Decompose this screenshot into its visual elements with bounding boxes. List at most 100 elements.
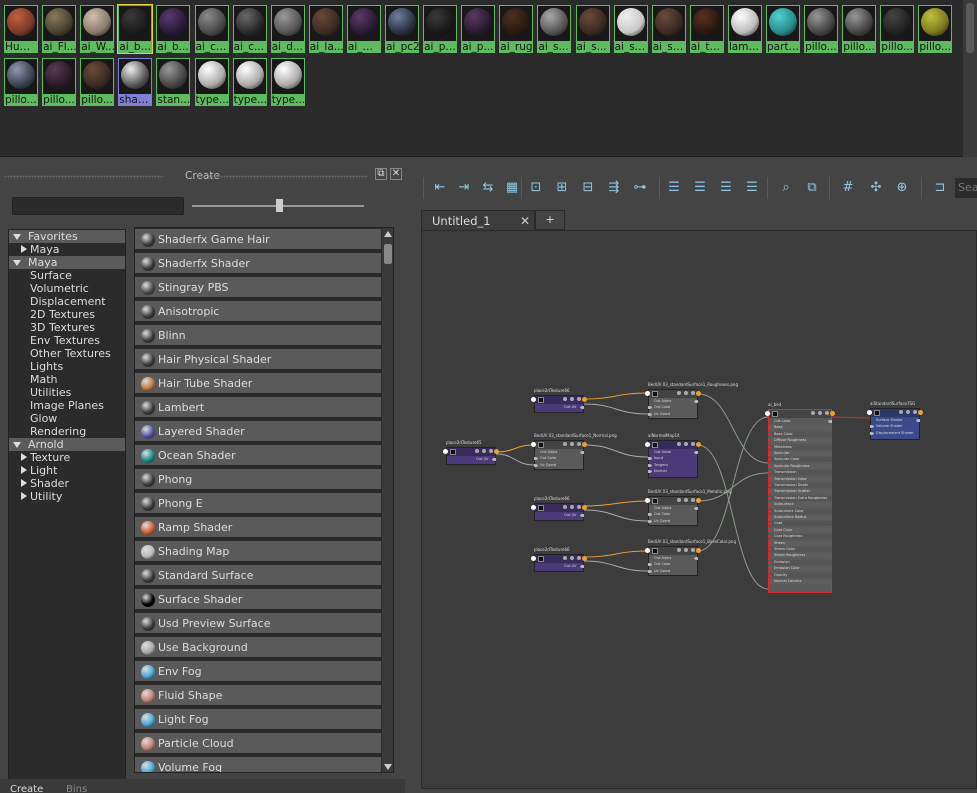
place2dtexture-node[interactable]: place2dTexture66 Out UV <box>531 547 587 572</box>
node-attribute-row[interactable]: Out Color <box>768 419 832 424</box>
frame-selected-icon[interactable]: ⊞ <box>553 179 571 197</box>
expand-down-icon[interactable] <box>13 442 21 448</box>
material-swatch[interactable]: pillo... <box>841 4 878 54</box>
tree-item[interactable]: Surface <box>9 269 125 282</box>
port-icon[interactable] <box>694 507 698 510</box>
node-attribute-row[interactable]: Specular Color <box>768 457 832 463</box>
material-swatch[interactable]: ai_pc2 <box>384 4 420 54</box>
node-attribute-row[interactable]: Out UV <box>446 457 496 462</box>
place2dtexture-node[interactable]: place2dTexture65 Out UV <box>443 440 499 465</box>
horizontal-splitter[interactable] <box>0 157 977 165</box>
tree-item[interactable]: Image Planes <box>9 399 125 412</box>
material-swatch[interactable]: pillo... <box>917 4 954 54</box>
ainormalmap-node[interactable]: aiNormalMap14 Out Value Input Tangent Normal <box>645 433 701 478</box>
port-icon[interactable] <box>768 509 772 513</box>
material-swatch[interactable]: pillo... <box>3 57 39 107</box>
port-icon[interactable] <box>694 400 698 403</box>
port-icon[interactable] <box>768 528 772 532</box>
tree-item[interactable]: Displacement <box>9 295 125 308</box>
tab-create[interactable]: Create <box>10 785 43 793</box>
output-port-icon[interactable] <box>696 498 701 503</box>
node-attribute-row[interactable]: Out Alpha <box>648 506 698 511</box>
output-port-icon[interactable] <box>696 391 701 396</box>
output-port-icon[interactable] <box>494 449 499 454</box>
port-icon[interactable] <box>768 496 772 500</box>
node-display-toggle-icon[interactable] <box>677 498 681 502</box>
tree-item[interactable]: 3D Textures <box>9 321 125 334</box>
material-swatch[interactable]: ai_st... <box>612 4 649 54</box>
node-attribute-row[interactable]: Transmission Depth <box>768 483 832 488</box>
tree-item[interactable]: Maya <box>9 256 125 269</box>
node-attribute-row[interactable]: Diffuse Roughness <box>768 438 832 444</box>
expand-down-icon[interactable] <box>13 260 21 266</box>
node-display-toggle-icon[interactable] <box>906 410 910 414</box>
pin-icon[interactable]: ⇶ <box>605 179 623 197</box>
connection-wire[interactable] <box>583 403 649 415</box>
expand-right-icon[interactable] <box>21 492 27 500</box>
node-attribute-row[interactable]: Normal <box>648 469 698 474</box>
material-swatch[interactable]: pillo... <box>879 4 916 54</box>
tree-item[interactable]: Glow <box>9 412 125 425</box>
node-display-toggle-icon[interactable] <box>677 391 681 395</box>
node-display-toggle-icon[interactable] <box>577 442 581 446</box>
output-port-icon[interactable] <box>582 505 587 510</box>
node-attribute-row[interactable]: Subsurface Color <box>768 508 832 514</box>
search-icon[interactable]: ⌕ <box>777 179 795 197</box>
node-list-item[interactable]: Fluid Shape <box>135 685 381 707</box>
node-attribute-row[interactable]: Uv Coord <box>534 463 584 468</box>
input-port-icon[interactable] <box>645 548 650 553</box>
output-port-icon[interactable] <box>696 548 701 553</box>
float-panel-icon[interactable]: ⧉ <box>375 168 387 180</box>
node-list-item[interactable]: Ramp Shader <box>135 517 381 539</box>
node-list-item[interactable]: Usd Preview Surface <box>135 613 381 635</box>
tree-item[interactable]: Volumetric <box>9 282 125 295</box>
node-attribute-row[interactable]: Emission <box>768 559 832 565</box>
node-attribute-row[interactable]: Opacity <box>768 572 832 578</box>
material-swatch[interactable]: ai_la... <box>307 4 344 54</box>
file-texture-node[interactable]: BedUV 03_standardSurface1_Roughness.png O… <box>645 382 738 419</box>
port-icon[interactable] <box>648 519 652 523</box>
place2dtexture-node[interactable]: place2dTexture66 Out UV <box>531 388 587 413</box>
port-icon[interactable] <box>694 557 698 560</box>
hide-attrs-icon[interactable]: ☰ <box>665 179 683 197</box>
node-display-toggle-icon[interactable] <box>570 556 574 560</box>
node-list-item[interactable]: Lambert <box>135 397 381 419</box>
input-port-icon[interactable] <box>645 442 650 447</box>
node-display-toggle-icon[interactable] <box>684 548 688 552</box>
tree-item[interactable]: Shader <box>9 477 125 490</box>
node-attribute-row[interactable]: Volume Shader <box>870 424 920 429</box>
node-attribute-row[interactable]: Input <box>648 456 698 461</box>
output-port-icon[interactable] <box>582 397 587 402</box>
node-list-item[interactable]: Hair Physical Shader <box>135 349 381 371</box>
material-swatch[interactable]: parti... <box>765 4 801 54</box>
port-icon[interactable] <box>580 406 584 409</box>
connection-wire[interactable] <box>583 550 649 558</box>
material-swatch[interactable]: type... <box>193 57 230 107</box>
node-list-item[interactable]: Shaderfx Shader <box>135 253 381 275</box>
node-attribute-row[interactable]: Coat <box>768 521 832 527</box>
material-swatch[interactable]: ai_rug <box>498 4 535 54</box>
node-attribute-row[interactable]: Emission Color <box>768 566 832 572</box>
grid-icon[interactable]: # <box>839 179 857 197</box>
node-list-item[interactable]: Use Background <box>135 637 381 659</box>
material-swatch[interactable]: ai_ta... <box>688 4 725 54</box>
node-attribute-row[interactable]: Out Color <box>648 562 698 567</box>
node-display-toggle-icon[interactable] <box>691 548 695 552</box>
show-connected-icon[interactable]: ☰ <box>691 179 709 197</box>
node-search-input[interactable]: Sea <box>955 178 977 198</box>
node-list-item[interactable]: Anisotropic <box>135 301 381 323</box>
graph-icon[interactable]: ▦ <box>503 179 521 197</box>
material-swatch[interactable]: pillo... <box>803 4 840 54</box>
close-panel-icon[interactable]: ✕ <box>390 168 402 180</box>
input-port-icon[interactable] <box>531 505 536 510</box>
file-texture-node[interactable]: BedUV 03_standardSurface1_Normal.png Out … <box>531 433 617 470</box>
material-swatch[interactable]: ai_st... <box>650 4 687 54</box>
node-attribute-row[interactable]: Out UV <box>534 564 584 569</box>
connection-wire[interactable] <box>495 453 535 466</box>
input-port-icon[interactable] <box>531 556 536 561</box>
input-port-icon[interactable] <box>645 391 650 396</box>
toggle-layout-icon[interactable]: ⊐ <box>931 179 949 197</box>
port-icon[interactable] <box>580 565 584 568</box>
connection-wire[interactable] <box>583 509 649 522</box>
output-port-icon[interactable] <box>696 442 701 447</box>
